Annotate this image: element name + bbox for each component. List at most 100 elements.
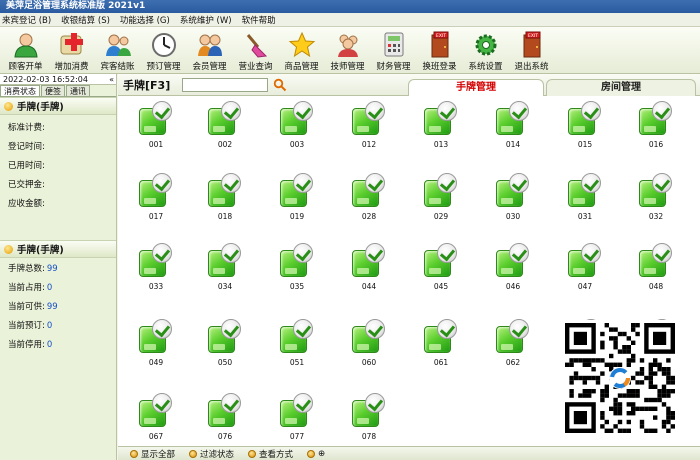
hand-card[interactable]: 016: [638, 101, 674, 149]
hand-card[interactable]: 012: [351, 101, 387, 149]
hand-card[interactable]: 060: [351, 319, 387, 367]
add-consumption-button[interactable]: 增加消费: [50, 27, 93, 74]
card-number: 061: [433, 358, 449, 367]
hand-card[interactable]: 013: [423, 101, 459, 149]
checkmark-icon: [293, 393, 313, 413]
card-number: 015: [577, 140, 593, 149]
hand-card[interactable]: 034: [207, 243, 243, 291]
extra-button[interactable]: ⊕: [307, 449, 325, 459]
hand-card[interactable]: 049: [138, 319, 174, 367]
tab-consumption-status[interactable]: 消费状态: [0, 85, 40, 96]
search-input[interactable]: [182, 78, 268, 92]
card-number: 001: [148, 140, 164, 149]
radio-icon: [189, 449, 198, 458]
business-query-button[interactable]: 营业查询: [234, 27, 277, 74]
hand-card[interactable]: 032: [638, 173, 674, 221]
tab-contacts[interactable]: 通讯: [66, 85, 90, 96]
hand-card[interactable]: 062: [495, 319, 531, 367]
kv-value: 99: [46, 302, 58, 312]
panel-title: 手牌(手牌): [17, 102, 64, 113]
tab-room-management[interactable]: 房间管理: [546, 79, 696, 96]
kv-value: 0: [46, 283, 53, 293]
hand-card[interactable]: 047: [567, 243, 603, 291]
card-number: 077: [289, 432, 305, 441]
shift-login-button[interactable]: EXIT 换班登录: [418, 27, 461, 74]
reservation-button[interactable]: 预订管理: [142, 27, 185, 74]
menu-functions[interactable]: 功能选择 (G): [120, 14, 170, 26]
toolbar-label: 营业查询: [238, 62, 273, 72]
kv-label: 当前停用:: [8, 340, 45, 350]
members-icon: [196, 31, 224, 58]
card-number: 078: [361, 432, 377, 441]
hand-card[interactable]: 035: [279, 243, 315, 291]
available-card-icon: [351, 319, 387, 355]
hand-card[interactable]: 015: [567, 101, 603, 149]
panel-bullet-icon: [4, 244, 13, 254]
hand-card[interactable]: 067: [138, 393, 174, 441]
card-number: 047: [577, 282, 593, 291]
technician-button[interactable]: 技师管理: [326, 27, 369, 74]
menu-help[interactable]: 软件帮助: [242, 14, 276, 26]
menu-checkout[interactable]: 收银结算 (S): [61, 14, 110, 26]
hand-card[interactable]: 076: [207, 393, 243, 441]
tab-card-management[interactable]: 手牌管理: [408, 79, 544, 96]
hand-card[interactable]: 061: [423, 319, 459, 367]
card-number: 033: [148, 282, 164, 291]
hand-card[interactable]: 014: [495, 101, 531, 149]
checkmark-icon: [581, 173, 601, 193]
checkmark-icon: [293, 319, 313, 339]
view-mode-label: 查看方式: [259, 449, 294, 460]
menu-maintenance[interactable]: 系统维护 (W): [180, 14, 232, 26]
card-number: 034: [217, 282, 233, 291]
hand-card[interactable]: 046: [495, 243, 531, 291]
hand-card[interactable]: 029: [423, 173, 459, 221]
hand-card[interactable]: 017: [138, 173, 174, 221]
hand-card[interactable]: 051: [279, 319, 315, 367]
hand-card[interactable]: 030: [495, 173, 531, 221]
show-all-button[interactable]: 显示全部: [130, 448, 175, 460]
hand-card[interactable]: 044: [351, 243, 387, 291]
kv-label: 当前预订:: [8, 321, 45, 331]
finance-button[interactable]: 财务管理: [372, 27, 415, 74]
card-info-panel: 标准计费: 登记时间: 已用时间: 已交押金: 应收金额:: [0, 115, 116, 214]
hand-card[interactable]: 019: [279, 173, 315, 221]
tab-notes[interactable]: 便签: [41, 85, 65, 96]
elapsed-time-row: 已用时间:: [0, 157, 116, 176]
card-number: 049: [148, 358, 164, 367]
available-card-icon: [279, 101, 315, 137]
hand-card[interactable]: 077: [279, 393, 315, 441]
hand-card[interactable]: 048: [638, 243, 674, 291]
customer-order-button[interactable]: 顾客开单: [4, 27, 47, 74]
checkmark-icon: [365, 101, 385, 121]
panel-title: 手牌(手牌): [17, 245, 64, 256]
hand-card[interactable]: 018: [207, 173, 243, 221]
goods-button[interactable]: 商品管理: [280, 27, 323, 74]
checkout-button[interactable]: 宾客结账: [96, 27, 139, 74]
search-button[interactable]: [273, 78, 287, 92]
total-cards-row: 手牌总数: 99: [0, 260, 116, 279]
filter-status-button[interactable]: 过滤状态: [189, 448, 234, 460]
hand-card[interactable]: 002: [207, 101, 243, 149]
exit-door-icon: EXIT: [426, 31, 454, 58]
menu-guest-register[interactable]: 来宾登记 (B): [2, 14, 51, 26]
view-mode-button[interactable]: 查看方式: [248, 448, 293, 460]
members-button[interactable]: 会员管理: [188, 27, 231, 74]
card-stats-panel-header[interactable]: 手牌(手牌): [0, 240, 116, 258]
hand-card[interactable]: 050: [207, 319, 243, 367]
hand-card[interactable]: 001: [138, 101, 174, 149]
card-number: 045: [433, 282, 449, 291]
hand-card[interactable]: 003: [279, 101, 315, 149]
hand-card[interactable]: 078: [351, 393, 387, 441]
settings-button[interactable]: 系统设置: [464, 27, 507, 74]
filter-status-label: 过滤状态: [200, 449, 235, 460]
hand-card[interactable]: 045: [423, 243, 459, 291]
disabled-row: 当前停用: 0: [0, 336, 116, 355]
card-info-panel-header[interactable]: 手牌(手牌): [0, 97, 116, 115]
exit-system-button[interactable]: EXIT 退出系统: [510, 27, 553, 74]
available-card-icon: [638, 243, 674, 279]
hand-card[interactable]: 028: [351, 173, 387, 221]
hand-card[interactable]: 031: [567, 173, 603, 221]
hand-card[interactable]: 033: [138, 243, 174, 291]
available-card-icon: [423, 243, 459, 279]
collapse-sidebar-button[interactable]: «: [109, 74, 114, 85]
